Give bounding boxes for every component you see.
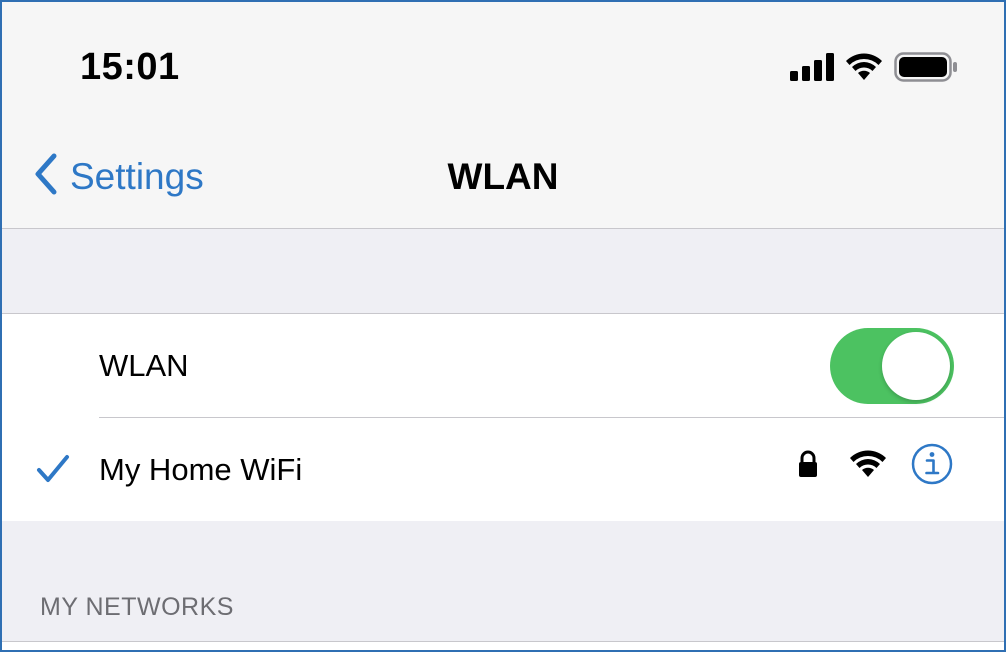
wlan-toggle-row: WLAN <box>2 314 1004 418</box>
wlan-card: WLAN My Home WiFi <box>2 313 1004 522</box>
connected-network-row[interactable]: My Home WiFi <box>2 418 1004 521</box>
page-title-text: WLAN <box>447 156 559 197</box>
section-header-my-networks: MY NETWORKS <box>40 593 234 621</box>
network-status-icons <box>798 442 954 491</box>
status-time: 15:01 <box>80 46 180 88</box>
navigation-bar: Settings WLAN <box>2 122 1004 229</box>
phone-screen: 15:01 Settings WLAN WLAN My Home WiFi MY… <box>0 0 1006 652</box>
page-title: WLAN <box>2 156 1004 198</box>
wlan-toggle-switch[interactable] <box>830 328 954 404</box>
signal-icon <box>790 53 834 86</box>
group-spacer <box>2 229 1004 313</box>
networks-list-start <box>2 642 1004 650</box>
wifi-icon <box>848 449 888 484</box>
toggle-knob <box>882 332 950 400</box>
status-bar: 15:01 <box>2 2 1004 122</box>
wifi-icon <box>844 52 884 87</box>
lock-icon <box>798 450 818 483</box>
wlan-label: WLAN <box>99 348 189 383</box>
network-name: My Home WiFi <box>99 452 303 487</box>
battery-icon <box>894 52 958 87</box>
section-spacer: MY NETWORKS <box>2 521 1004 642</box>
info-icon[interactable] <box>910 442 954 491</box>
status-icons <box>790 52 958 87</box>
checkmark-icon <box>36 454 70 489</box>
